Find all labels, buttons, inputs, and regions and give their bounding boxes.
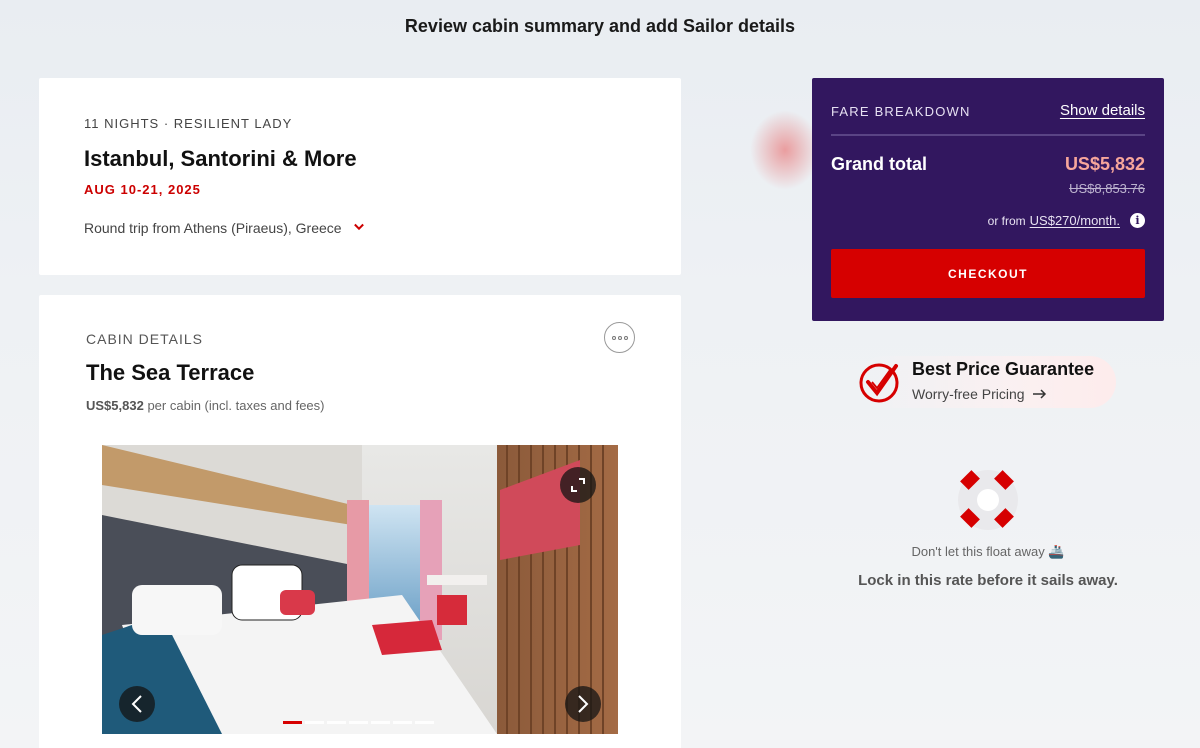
grand-total-label: Grand total (831, 154, 928, 174)
gallery-dot[interactable] (305, 721, 324, 724)
arrow-right-small-icon (1032, 389, 1046, 399)
trip-route-text: Round trip from Athens (Piraeus), Greece (84, 220, 342, 236)
float-message: Lock in this rate before it sails away. (858, 572, 1118, 589)
cabin-section-label: CABIN DETAILS (86, 331, 203, 347)
cabin-title: The Sea Terrace (86, 360, 255, 385)
checkout-button[interactable]: CHECKOUT (831, 249, 1145, 298)
info-icon[interactable]: i (1130, 213, 1145, 228)
cabin-price: US$5,832 per cabin (incl. taxes and fees… (86, 398, 325, 413)
trip-title: Istanbul, Santorini & More (84, 146, 357, 171)
monthly-prefix: or from (987, 213, 1026, 228)
monthly-amount-link[interactable]: US$270/month. (1030, 213, 1120, 228)
gallery-dot[interactable] (371, 721, 390, 724)
fare-breakdown-panel: FARE BREAKDOWN Show details Grand total … (812, 78, 1164, 321)
expand-gallery-button[interactable] (560, 467, 596, 503)
gallery-dot[interactable] (327, 721, 346, 724)
gallery-prev-button[interactable] (119, 686, 155, 722)
background-decoration (750, 110, 820, 190)
chevron-down-icon[interactable] (353, 223, 364, 233)
grand-total-value: US$5,832 (1064, 154, 1145, 174)
cabin-price-value: US$5,832 (86, 398, 144, 413)
guarantee-title: Best Price Guarantee (912, 359, 1095, 379)
guarantee-subtitle: Worry-free Pricing (912, 386, 1025, 402)
monthly-payment: or from US$270/month. i (988, 213, 1145, 228)
trip-route-toggle[interactable]: Round trip from Athens (Piraeus), Greece (84, 220, 364, 236)
gallery-dot[interactable] (415, 721, 434, 724)
gallery-dot[interactable] (283, 721, 302, 724)
float-subtitle: Don't let this float away 🚢 (911, 544, 1065, 559)
fare-divider (831, 134, 1145, 136)
trip-meta: 11 NIGHTS · RESILIENT LADY (84, 116, 293, 131)
expand-icon (571, 478, 585, 492)
gallery-dot[interactable] (349, 721, 368, 724)
fare-breakdown-label: FARE BREAKDOWN (831, 104, 971, 119)
best-price-guarantee[interactable]: Best Price Guarantee Worry-free Pricing (858, 356, 1116, 408)
gallery-next-button[interactable] (565, 686, 601, 722)
page-title: Review cabin summary and add Sailor deta… (404, 16, 796, 36)
cabin-details-card: CABIN DETAILS The Sea Terrace US$5,832 p… (39, 295, 681, 748)
trip-dates: AUG 10-21, 2025 (84, 182, 201, 197)
check-badge-icon (859, 363, 899, 403)
life-ring-icon (958, 470, 1018, 530)
gallery-dot[interactable] (393, 721, 412, 724)
float-away-promo: Don't let this float away 🚢 Lock in this… (830, 466, 1146, 594)
more-options-button[interactable] (604, 322, 635, 353)
trip-summary-card: 11 NIGHTS · RESILIENT LADY Istanbul, San… (39, 78, 681, 275)
cabin-photo (102, 445, 618, 734)
guarantee-subtitle-link[interactable]: Worry-free Pricing (912, 386, 1047, 402)
gallery-pagination (283, 721, 434, 724)
original-total-value: US$8,853.76 (1069, 181, 1145, 196)
cabin-price-note: per cabin (incl. taxes and fees) (147, 398, 325, 413)
cabin-image-gallery[interactable] (102, 445, 618, 734)
more-icon (611, 335, 616, 340)
arrow-left-icon (131, 695, 142, 713)
show-details-link[interactable]: Show details (1060, 102, 1145, 119)
arrow-right-icon (578, 695, 589, 713)
